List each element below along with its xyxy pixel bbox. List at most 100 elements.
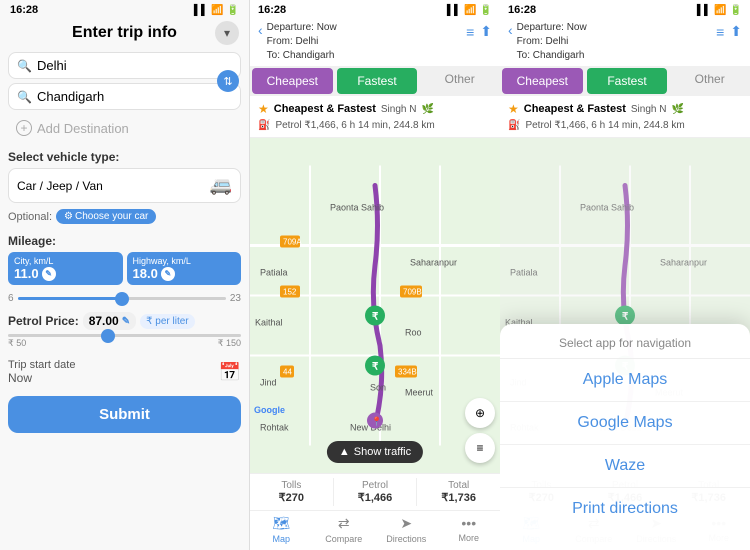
- star-icon-p3: ★: [508, 102, 519, 116]
- route-info-bar: ★ Cheapest & Fastest Singh N 🌿 ⛽ Petrol …: [250, 96, 500, 138]
- svg-text:Jind: Jind: [260, 378, 277, 388]
- svg-text:₹: ₹: [622, 312, 629, 323]
- status-icons-p2: ▌▌ 📶 🔋: [447, 5, 492, 16]
- tab-other-p2[interactable]: Other: [419, 66, 500, 96]
- apple-maps-option[interactable]: Apple Maps: [500, 359, 750, 402]
- optional-label: Optional:: [8, 211, 52, 223]
- svg-text:Rohtak: Rohtak: [260, 423, 289, 433]
- menu-map-button[interactable]: ≡: [465, 433, 495, 463]
- svg-text:Paonta Sahib: Paonta Sahib: [580, 203, 634, 213]
- route1-detail-p3: Singh N: [631, 104, 667, 115]
- city-mileage-col: City, km/L 11.0 ✎: [8, 252, 123, 285]
- from-field[interactable]: 🔍 Delhi: [8, 52, 241, 79]
- calendar-icon[interactable]: 📅: [219, 362, 241, 383]
- submit-label: Submit: [99, 406, 150, 423]
- add-destination-button[interactable]: + Add Destination: [8, 115, 241, 141]
- route2-detail: Petrol ₹1,466, 6 h 14 min, 244.8 km: [275, 120, 434, 131]
- highway-edit-icon[interactable]: ✎: [161, 267, 175, 281]
- nav-map[interactable]: 🗺 Map: [250, 511, 313, 550]
- per-liter-badge: ₹ per liter: [140, 314, 195, 329]
- highway-value-row: 18.0 ✎: [133, 266, 236, 281]
- svg-text:709B: 709B: [403, 288, 422, 297]
- back-arrow-p2[interactable]: ‹: [258, 22, 263, 38]
- mileage-slider[interactable]: [18, 297, 226, 300]
- total-value: ₹1,736: [417, 491, 500, 504]
- status-icons-p1: ▌▌ 📶 🔋: [194, 5, 239, 16]
- share-icon-p2[interactable]: ⬆: [480, 23, 492, 40]
- compare-nav-icon: ⇄: [338, 515, 350, 532]
- petrol-price-badge: 87.00 ✎: [83, 312, 136, 330]
- waze-option[interactable]: Waze: [500, 445, 750, 488]
- vehicle-type-selector[interactable]: Car / Jeep / Van 🚐: [8, 168, 241, 203]
- highway-mileage-col: Highway, km/L 18.0 ✎: [127, 252, 242, 285]
- print-directions-option[interactable]: Print directions: [500, 488, 750, 530]
- nav-more-label: More: [458, 533, 479, 543]
- nav-directions[interactable]: ➤ Directions: [375, 511, 438, 550]
- route1-label-p3: Cheapest & Fastest: [524, 103, 626, 115]
- highway-mileage-value: 18.0: [133, 266, 158, 281]
- svg-text:Patiala: Patiala: [260, 268, 288, 278]
- trip-date-row: Trip start date Now 📅: [0, 354, 249, 390]
- slider-max: 23: [230, 293, 241, 304]
- city-edit-icon[interactable]: ✎: [42, 267, 56, 281]
- settings-icon-p2[interactable]: ≡: [466, 24, 474, 40]
- compass-button[interactable]: ⊕: [465, 398, 495, 428]
- modal-title: Select app for navigation: [500, 336, 750, 359]
- nav-map-label: Map: [272, 534, 290, 544]
- swap-button[interactable]: ⇅: [217, 70, 239, 92]
- tab-cheapest-p2[interactable]: Cheapest: [252, 68, 333, 94]
- city-label: City, km/L: [14, 256, 117, 266]
- route1-label: Cheapest & Fastest: [274, 103, 376, 115]
- route-info-bar-p3: ★ Cheapest & Fastest Singh N 🌿 ⛽ Petrol …: [500, 96, 750, 138]
- chevron-down-icon[interactable]: ▾: [215, 21, 239, 45]
- trip-info-panel: 16:28 ▌▌ 📶 🔋 Enter trip info ▾ 🔍 Delhi 🔍…: [0, 0, 250, 550]
- fuel-icon-p3: ⛽: [508, 120, 520, 131]
- nav-compare-label: Compare: [325, 534, 362, 544]
- tab-fastest-p2[interactable]: Fastest: [337, 68, 418, 94]
- back-arrow-p3[interactable]: ‹: [508, 22, 513, 38]
- from-label-p2: From: Delhi: [267, 35, 337, 49]
- map-area-p2[interactable]: Paonta Sahib Patiala Saharanpur Kaithal …: [250, 138, 500, 473]
- bottom-nav-p2: 🗺 Map ⇄ Compare ➤ Directions ••• More: [250, 510, 500, 550]
- edit-price-icon[interactable]: ✎: [122, 316, 130, 327]
- time-p2: 16:28: [258, 4, 286, 16]
- choose-car-button[interactable]: ⚙ Choose your car: [56, 209, 156, 224]
- time-p1: 16:28: [10, 4, 38, 16]
- svg-text:Saharanpur: Saharanpur: [660, 258, 707, 268]
- search-icon-from: 🔍: [17, 59, 32, 73]
- total-summary: Total ₹1,736: [417, 478, 500, 506]
- fuel-icon: ⛽: [258, 120, 270, 131]
- tab-fastest-p3[interactable]: Fastest: [587, 68, 668, 94]
- submit-button[interactable]: Submit: [8, 396, 241, 433]
- nav-compare[interactable]: ⇄ Compare: [313, 511, 376, 550]
- choose-car-label: Choose your car: [75, 211, 148, 222]
- departure-label-p3: Departure: Now: [517, 21, 587, 35]
- nav-more[interactable]: ••• More: [438, 511, 501, 550]
- tab-other-p3[interactable]: Other: [669, 66, 750, 96]
- price-slider[interactable]: [8, 334, 241, 337]
- to-value[interactable]: Chandigarh: [37, 89, 104, 104]
- optional-row: Optional: ⚙ Choose your car: [0, 205, 249, 228]
- petrol-summary: Petrol ₹1,466: [334, 478, 418, 506]
- map-modal-panel: 16:28 ▌▌ 📶 🔋 ‹ Departure: Now From: Delh…: [500, 0, 750, 550]
- google-maps-option[interactable]: Google Maps: [500, 402, 750, 445]
- svg-text:152: 152: [283, 288, 297, 297]
- status-icons-p3: ▌▌ 📶 🔋: [697, 5, 742, 16]
- show-traffic-button[interactable]: ▲ Show traffic: [327, 441, 423, 463]
- svg-text:Son: Son: [370, 383, 386, 393]
- tab-cheapest-p3[interactable]: Cheapest: [502, 68, 583, 94]
- svg-text:Roo: Roo: [405, 328, 422, 338]
- settings-icon-p3[interactable]: ≡: [716, 24, 724, 40]
- truck-icon: 🚐: [210, 175, 232, 196]
- trip-date-label: Trip start date: [8, 359, 75, 371]
- petrol-price-section: Petrol Price: 87.00 ✎ ₹ per liter ₹ 50 ₹…: [0, 308, 249, 354]
- share-icon-p3[interactable]: ⬆: [730, 23, 742, 40]
- svg-text:709A: 709A: [283, 238, 302, 247]
- tabs-row-p3: Cheapest Fastest Other: [500, 66, 750, 96]
- plus-icon: +: [16, 120, 32, 136]
- departure-bar-p2: ‹ Departure: Now From: Delhi To: Chandig…: [250, 18, 500, 66]
- from-value[interactable]: Delhi: [37, 58, 67, 73]
- highway-label: Highway, km/L: [133, 256, 236, 266]
- to-field[interactable]: 🔍 Chandigarh: [8, 83, 241, 110]
- navigation-app-modal: Select app for navigation Apple Maps Goo…: [500, 324, 750, 550]
